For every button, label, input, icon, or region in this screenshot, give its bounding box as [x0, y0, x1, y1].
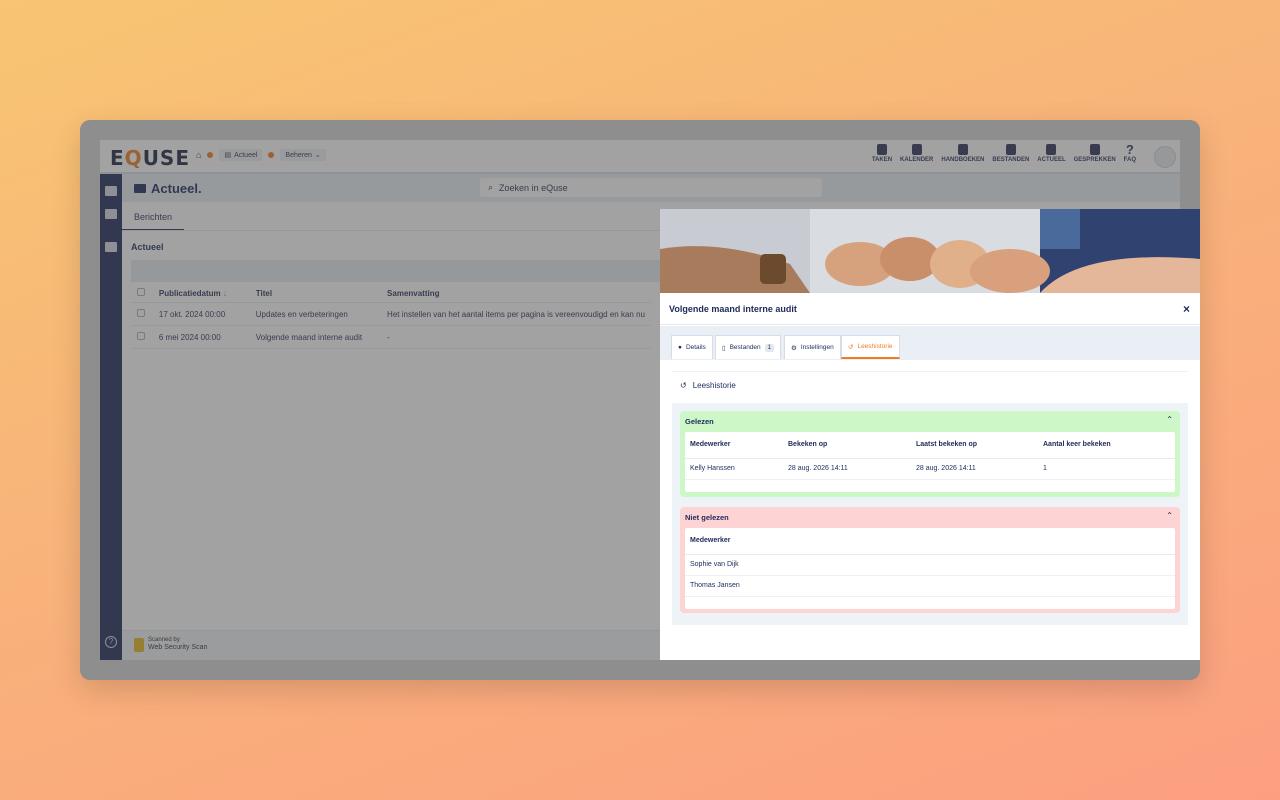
cell-viewed-on: 28 aug. 2026 14:11 [783, 458, 911, 480]
cell-count: 1 [1038, 458, 1175, 480]
modal-tabs: ● Details ▯ Bestanden 1 ⚙ Instellingen ↺ Lees… [660, 326, 1200, 360]
modal-header: Volgende maand interne audit × [660, 293, 1200, 325]
table-row: Kelly Hanssen 28 aug. 2026 14:11 28 aug.… [685, 458, 1175, 480]
close-icon[interactable]: × [1183, 302, 1190, 316]
tab-details[interactable]: ● Details [671, 335, 713, 359]
table-row: Thomas Jansen [685, 575, 1175, 597]
column-medewerker: Medewerker [685, 528, 1175, 555]
tab-instellingen[interactable]: ⚙ Instellingen [784, 335, 841, 359]
read-section: Gelezen ⌃ Medewerker Bekeken op Laatst b… [680, 411, 1180, 497]
read-section-title[interactable]: Gelezen [685, 417, 714, 426]
divider [672, 371, 1188, 372]
history-icon: ↺ [848, 343, 854, 351]
unread-table: Medewerker Sophie van Dijk Thomas Jansen [685, 528, 1175, 609]
fist-bump-photo [660, 209, 1200, 293]
chevron-up-icon[interactable]: ⌃ [1166, 415, 1173, 424]
gear-icon: ⚙ [791, 344, 797, 352]
news-detail-modal: Volgende maand interne audit × ● Details … [660, 209, 1200, 660]
screenshot-frame: EQUSE ⌂ ▤Actueel Beheren⌄ TAKEN KALENDER… [80, 120, 1200, 680]
unread-section-title[interactable]: Niet gelezen [685, 513, 729, 522]
modal-title: Volgende maand interne audit [669, 304, 797, 314]
column-medewerker: Medewerker [685, 432, 783, 459]
column-laatst-bekeken: Laatst bekeken op [911, 432, 1038, 459]
file-icon: ▯ [722, 344, 726, 352]
history-icon: ↺ [680, 381, 687, 390]
tab-bestanden[interactable]: ▯ Bestanden 1 [715, 335, 782, 359]
table-row: Sophie van Dijk [685, 554, 1175, 576]
table-header: Medewerker [685, 528, 1175, 555]
section-heading: ↺ Leeshistorie [680, 381, 736, 390]
read-table-container: Medewerker Bekeken op Laatst bekeken op … [685, 432, 1175, 492]
cell-last-viewed: 28 aug. 2026 14:11 [911, 458, 1038, 480]
table-header: Medewerker Bekeken op Laatst bekeken op … [685, 432, 1175, 459]
cell-employee: Thomas Jansen [685, 575, 1175, 597]
read-history-panel: Gelezen ⌃ Medewerker Bekeken op Laatst b… [672, 403, 1188, 625]
column-bekeken-op: Bekeken op [783, 432, 911, 459]
file-count-badge: 1 [764, 343, 775, 352]
app-window: EQUSE ⌂ ▤Actueel Beheren⌄ TAKEN KALENDER… [100, 140, 1200, 660]
tab-leeshistorie[interactable]: ↺ Leeshistorie [841, 335, 900, 359]
cell-employee: Kelly Hanssen [685, 458, 783, 480]
cell-employee: Sophie van Dijk [685, 554, 1175, 576]
column-aantal: Aantal keer bekeken [1038, 432, 1175, 459]
hero-image [660, 209, 1200, 293]
info-icon: ● [678, 344, 682, 351]
unread-table-container: Medewerker Sophie van Dijk Thomas Jansen [685, 528, 1175, 609]
chevron-up-icon[interactable]: ⌃ [1166, 511, 1173, 520]
read-table: Medewerker Bekeken op Laatst bekeken op … [685, 432, 1175, 492]
unread-section: Niet gelezen ⌃ Medewerker Sophie van Dij… [680, 507, 1180, 613]
